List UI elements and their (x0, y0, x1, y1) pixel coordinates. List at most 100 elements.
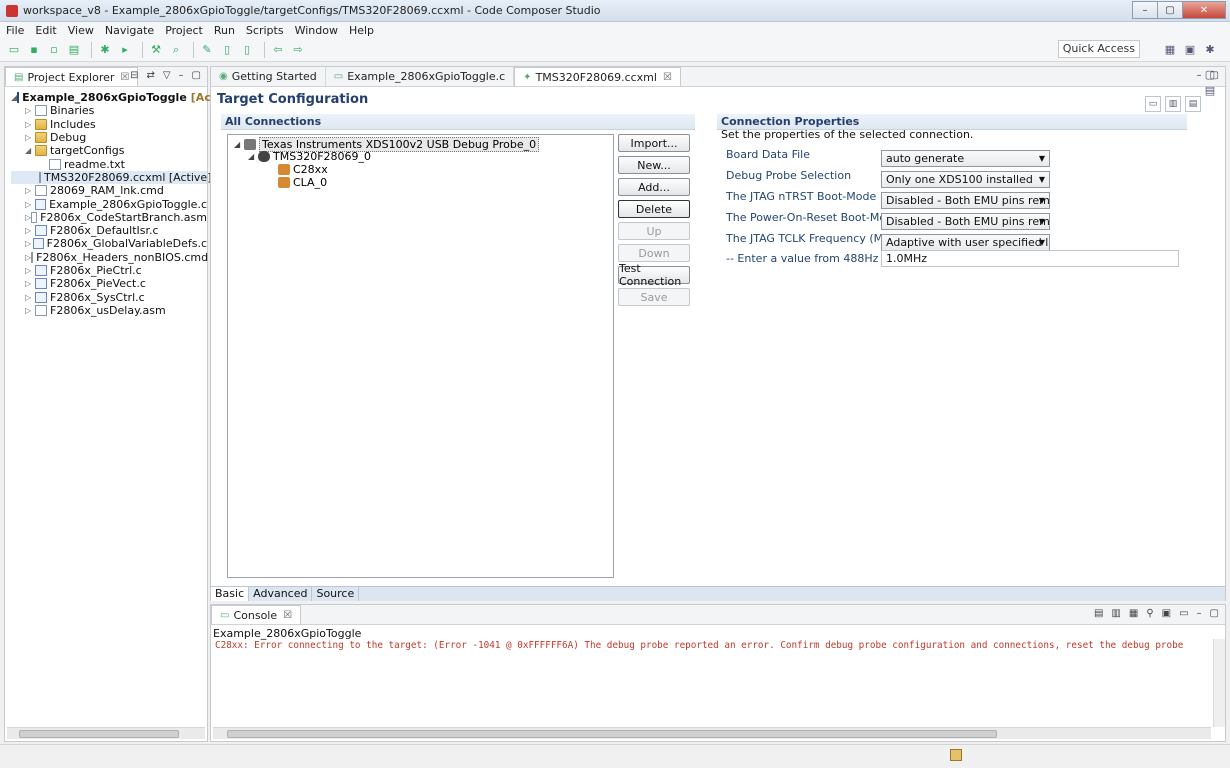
clear-console-icon[interactable]: ▤ (1094, 608, 1103, 619)
save-button[interactable]: Save (618, 288, 690, 306)
collapsed-arrow-icon[interactable]: ▷ (25, 226, 35, 235)
delete-button[interactable]: Delete (618, 200, 690, 218)
tree-item[interactable]: TMS320F28069.ccxml [Active] (11, 170, 212, 185)
scrollbar-thumb[interactable] (19, 730, 179, 738)
run-icon[interactable]: ▸ (117, 42, 133, 58)
expanded-arrow-icon[interactable]: ◢ (234, 140, 244, 149)
minimize-button[interactable]: – (1132, 1, 1158, 19)
dropdown-arrow-icon[interactable]: ▼ (1039, 151, 1045, 166)
tab-project-explorer[interactable]: ▤ Project Explorer ☒ (5, 67, 139, 86)
add-button[interactable]: Add... (618, 178, 690, 196)
collapsed-arrow-icon[interactable]: ▷ (25, 279, 35, 288)
debug-icon[interactable]: ✱ (97, 42, 113, 58)
link-editor-icon[interactable]: ⇄ (146, 70, 154, 81)
board-data-file-select[interactable]: auto generate ▼ (881, 150, 1050, 167)
tab-advanced[interactable]: Advanced (249, 587, 313, 601)
flash-icon[interactable]: ✎ (199, 42, 215, 58)
explorer-horizontal-scrollbar[interactable] (7, 727, 205, 739)
tree-item[interactable]: readme.txt (11, 157, 207, 171)
single-pane-icon[interactable]: ▤ (1185, 96, 1201, 112)
menu-project[interactable]: Project (165, 24, 203, 37)
dropdown-arrow-icon[interactable]: ▼ (1039, 214, 1045, 229)
new-button[interactable]: New... (618, 156, 690, 174)
collapsed-arrow-icon[interactable]: ▷ (25, 306, 35, 315)
tree-item[interactable]: ▷ Debug (11, 131, 207, 144)
menu-file[interactable]: File (6, 24, 24, 37)
tree-item[interactable]: ▷ 28069_RAM_lnk.cmd (11, 184, 207, 197)
menu-navigate[interactable]: Navigate (105, 24, 154, 37)
close-tab-icon[interactable]: ☒ (663, 72, 672, 83)
tab-source[interactable]: Source (312, 587, 360, 601)
debug-perspective-icon[interactable]: ✱ (1202, 41, 1218, 57)
tab-ccxml[interactable]: ✦ TMS320F28069.ccxml ☒ (514, 67, 681, 86)
back-arrow-icon[interactable]: ⇦ (270, 42, 286, 58)
test-connection-button[interactable]: Test Connection (618, 262, 690, 288)
connection-tree-node[interactable]: CLA_0 (268, 176, 327, 189)
tab-gpio-toggle-c[interactable]: ▭ Example_2806xGpioToggle.c (326, 67, 515, 86)
status-indicator-icon[interactable] (950, 749, 962, 761)
step-icon[interactable]: ▯ (219, 42, 235, 58)
close-button[interactable]: ✕ (1182, 1, 1226, 19)
tree-item[interactable]: ▷ Includes (11, 118, 207, 131)
outline-icon[interactable]: ▤ (1202, 82, 1218, 98)
minimize-view-icon[interactable]: – (1197, 608, 1202, 619)
dropdown-arrow-icon[interactable]: ▼ (1039, 172, 1045, 187)
tree-item[interactable]: ▷ F2806x_CodeStartBranch.asm (11, 211, 207, 224)
up-button[interactable]: Up (618, 222, 690, 240)
expanded-arrow-icon[interactable]: ◢ (25, 146, 35, 155)
dropdown-arrow-icon[interactable]: ▼ (1039, 193, 1045, 208)
collapsed-arrow-icon[interactable]: ▷ (25, 120, 35, 129)
menu-edit[interactable]: Edit (35, 24, 56, 37)
debug-probe-selection-select[interactable]: Only one XDS100 installed ▼ (881, 171, 1050, 188)
view-menu-icon[interactable]: ▽ (163, 70, 171, 81)
scroll-lock-icon[interactable]: ▥ (1111, 608, 1120, 619)
collapsed-arrow-icon[interactable]: ▷ (25, 293, 35, 302)
menu-scripts[interactable]: Scripts (246, 24, 284, 37)
connection-tree-node[interactable]: C28xx (268, 163, 328, 176)
tree-item[interactable]: ◢ targetConfigs (11, 144, 207, 157)
close-tab-icon[interactable]: ☒ (283, 610, 292, 621)
vertical-layout-icon[interactable]: ▥ (1165, 96, 1181, 112)
tree-item[interactable]: ▷ Binaries (11, 104, 207, 117)
tab-console[interactable]: ▭ Console ☒ (211, 605, 302, 624)
tree-item[interactable]: ◢Example_2806xGpioToggle[Active - Del (11, 91, 267, 104)
minimize-view-icon[interactable]: – (1197, 70, 1202, 81)
tree-item[interactable]: ▷ F2806x_Headers_nonBIOS.cmd (11, 251, 208, 264)
forward-arrow-icon[interactable]: ⇨ (290, 42, 306, 58)
tree-item[interactable]: ▷ F2806x_DefaultIsr.c (11, 224, 207, 237)
display-console-icon[interactable]: ▣ (1162, 608, 1171, 619)
print-icon[interactable]: ▤ (66, 42, 82, 58)
jtag-tclk-frequency-select[interactable]: Adaptive with user specified limit▼ (881, 234, 1050, 251)
menu-window[interactable]: Window (295, 24, 338, 37)
tree-item[interactable]: ▷ F2806x_GlobalVariableDefs.c (11, 237, 207, 250)
new-file-icon[interactable]: ▭ (6, 42, 22, 58)
open-perspective-icon[interactable]: ▦ (1162, 41, 1178, 57)
restore-icon[interactable]: ▢ (1202, 66, 1218, 82)
tree-item[interactable]: ▷ F2806x_usDelay.asm (11, 304, 207, 317)
pin-console-icon[interactable]: ⚲ (1146, 608, 1153, 619)
collapsed-arrow-icon[interactable]: ▷ (25, 133, 35, 142)
collapsed-arrow-icon[interactable]: ▷ (25, 186, 35, 195)
tab-getting-started[interactable]: ◉ Getting Started (211, 67, 326, 86)
cc-edit-perspective-icon[interactable]: ▣ (1182, 41, 1198, 57)
collapsed-arrow-icon[interactable]: ▷ (25, 200, 35, 209)
menu-help[interactable]: Help (349, 24, 374, 37)
save-icon[interactable]: ▪ (26, 42, 42, 58)
minimize-view-icon[interactable]: – (179, 70, 184, 81)
tree-item[interactable]: ▷ Example_2806xGpioToggle.c (11, 197, 207, 211)
quick-access-field[interactable]: Quick Access (1057, 40, 1140, 58)
dropdown-arrow-icon[interactable]: ▼ (1039, 235, 1045, 250)
search-icon[interactable]: ⌕ (168, 42, 184, 58)
connection-tree-node[interactable]: ◢ TMS320F28069_0 (248, 150, 371, 163)
console-vertical-scrollbar[interactable] (1213, 639, 1225, 727)
tree-item[interactable]: ▷ F2806x_PieVect.c (11, 277, 207, 290)
maximize-view-icon[interactable]: ▢ (192, 70, 201, 81)
save-all-icon[interactable]: ▫ (46, 42, 62, 58)
collapsed-arrow-icon[interactable]: ▷ (25, 239, 33, 248)
menu-run[interactable]: Run (214, 24, 235, 37)
jtag-ntrst-boot-mode-select[interactable]: Disabled - Both EMU pins remain hi-z▼ (881, 192, 1050, 209)
tclk-frequency-input[interactable]: 1.0MHz (881, 250, 1179, 267)
down-button[interactable]: Down (618, 244, 690, 262)
maximize-view-icon[interactable]: ▢ (1210, 608, 1219, 619)
tree-item[interactable]: ▷ F2806x_PieCtrl.c (11, 264, 207, 277)
